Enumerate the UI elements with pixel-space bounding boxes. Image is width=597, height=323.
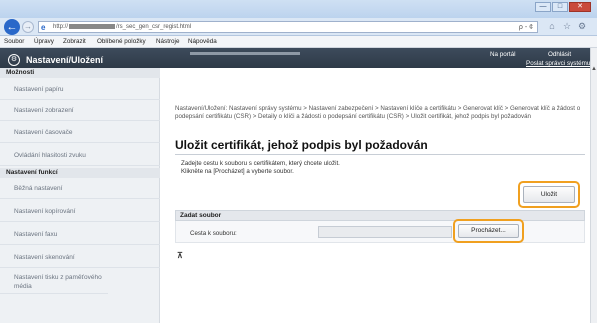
menu-favorites[interactable]: Oblíbené položky [97,38,146,45]
scroll-up-arrow-icon[interactable]: ▲ [591,66,597,72]
sidebar-section-preferences: Možnosti [0,68,160,78]
sidebar-item-timer-settings[interactable]: Nastavení časovače [0,123,160,143]
title-bar: — □ ✕ [0,0,597,18]
minimize-button[interactable]: — [535,2,551,12]
breadcrumb: Nastavení/Uložení: Nastavení správy syst… [175,105,581,120]
file-section-header: Zadat soubor [175,210,585,221]
address-bar[interactable]: e http:///rs_sec_gen_csr_regist.html ρ -… [38,21,538,33]
mail-admin-link[interactable]: Poslat správci systému [526,60,590,67]
sidebar-item-common-settings[interactable]: Běžná nastavení [0,179,160,199]
menu-tools[interactable]: Nástroje [156,38,179,45]
back-button[interactable]: ← [4,19,20,35]
home-icon[interactable]: ⌂ [547,21,557,31]
instruction-line-2: Klikněte na [Procházet] a vyberte soubor… [181,168,294,175]
ie-page-icon: e [41,23,46,32]
sidebar-section-functions: Nastavení funkcí [0,168,160,178]
instruction-line-1: Zadejte cestu k souboru s certifikátem, … [181,160,340,167]
instructions: Zadejte cestu k souboru s certifikátem, … [181,160,340,176]
menu-bar: Soubor Úpravy Zobrazit Oblíbené položky … [0,36,597,48]
sidebar: Možnosti Nastavení papíru Nastavení zobr… [0,68,160,323]
sidebar-item-fax-settings[interactable]: Nastavení faxu [0,225,160,245]
sidebar-item-scan-settings[interactable]: Nastavení skenování [0,248,160,268]
sidebar-item-media-print-settings[interactable]: Nastavení tisku z paměťového média [0,270,108,294]
app-title: Nastavení/Uložení [26,55,104,65]
navigation-bar: ← → e http:///rs_sec_gen_csr_regist.html… [0,18,597,36]
browser-toolbar-icons: ⌂ ☆ ⚙ [547,21,587,31]
sidebar-item-paper-settings[interactable]: Nastavení papíru [0,80,160,100]
sidebar-item-display-settings[interactable]: Nastavení zobrazení [0,101,160,121]
maximize-button[interactable]: □ [552,2,568,12]
address-url: http:///rs_sec_gen_csr_regist.html [53,23,192,30]
sidebar-item-volume-control[interactable]: Ovládání hlasitosti zvuku [0,146,160,166]
close-button[interactable]: ✕ [569,2,591,12]
back-to-top-icon[interactable]: ⊼ [177,251,183,260]
sidebar-item-copy-settings[interactable]: Nastavení kopírování [0,202,160,222]
menu-help[interactable]: Nápověda [188,38,217,45]
settings-gear-icon[interactable]: ⚙ [577,21,587,31]
address-host-redacted [69,23,116,29]
save-button[interactable]: Uložit [523,186,575,203]
title-divider [175,154,585,155]
redacted-device-name [190,52,300,55]
portal-link[interactable]: Na portál [490,51,516,58]
menu-view[interactable]: Zobrazit [63,38,86,45]
menu-file[interactable]: Soubor [4,38,24,45]
app-header: ⚙ Nastavení/Uložení Na portál Odhlásit P… [0,48,590,68]
favorites-star-icon[interactable]: ☆ [562,21,572,31]
settings-logo-icon: ⚙ [8,54,20,66]
page-title: Uložit certifikát, jehož podpis byl poža… [175,138,428,152]
window-controls: — □ ✕ [535,2,591,12]
file-path-label: Cesta k souboru: [190,230,237,237]
browse-button[interactable]: Procházet... [458,224,519,238]
file-path-input[interactable] [318,226,452,238]
logout-link[interactable]: Odhlásit [548,51,571,58]
search-refresh-icon[interactable]: ρ - ¢ [519,23,533,32]
menu-edit[interactable]: Úpravy [34,38,54,45]
browser-window: — □ ✕ ← → e http:///rs_sec_gen_csr_regis… [0,0,597,323]
forward-button[interactable]: → [22,21,34,33]
vertical-scrollbar[interactable]: ▲ [590,48,597,323]
